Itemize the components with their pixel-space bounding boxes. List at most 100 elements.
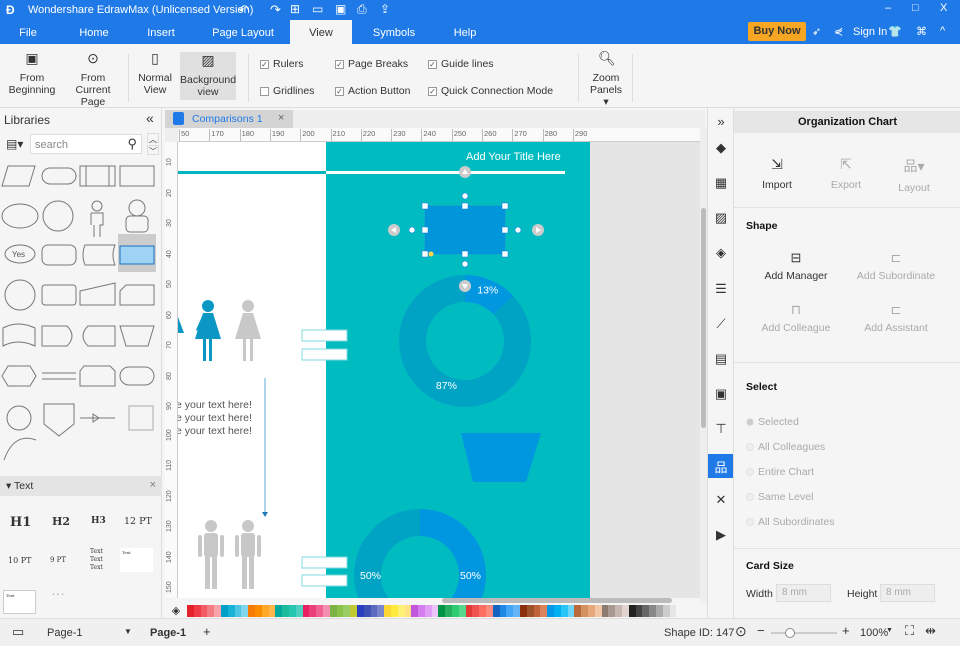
color-swatch[interactable]	[588, 604, 595, 617]
radio-same-level[interactable]: Same Level	[746, 491, 813, 503]
guide-lines-checkbox[interactable]: ✓ Guide lines	[428, 58, 494, 70]
radio-entire-chart[interactable]: Entire Chart	[746, 466, 814, 478]
shape-display[interactable]	[82, 325, 116, 347]
shape-manual-operation[interactable]	[119, 325, 155, 347]
color-swatch[interactable]	[649, 604, 656, 617]
table-icon[interactable]: ▤	[711, 349, 731, 369]
shape-stored-data[interactable]	[82, 244, 116, 266]
color-swatch[interactable]	[581, 604, 589, 617]
gridlines-checkbox[interactable]: Gridlines	[260, 85, 314, 97]
color-swatch[interactable]	[479, 604, 487, 617]
color-swatch[interactable]	[356, 604, 364, 617]
text-10pt[interactable]: 10 PT	[8, 556, 31, 565]
tab-symbols[interactable]: Symbols	[364, 20, 424, 44]
collapse-left-icon[interactable]: «	[146, 110, 154, 126]
text-box[interactable]: Text	[120, 548, 153, 572]
text-9pt[interactable]: 9 PT	[50, 556, 66, 564]
layers-icon[interactable]: ◈	[711, 243, 731, 263]
shape-delay[interactable]	[41, 325, 73, 347]
radio-selected[interactable]: Selected	[746, 416, 799, 428]
undo-icon[interactable]: ↶	[238, 2, 249, 18]
color-swatch[interactable]	[390, 604, 398, 617]
save-icon[interactable]: ▣	[335, 2, 346, 16]
color-swatch[interactable]	[424, 604, 432, 617]
color-swatch[interactable]	[227, 604, 235, 617]
color-swatch[interactable]	[241, 604, 249, 617]
normal-view-button[interactable]: ▯ Normal View	[134, 48, 176, 96]
zoom-slider[interactable]	[771, 628, 837, 638]
chart-icon[interactable]: ⟋	[711, 314, 731, 334]
color-swatch[interactable]	[234, 604, 242, 617]
color-swatch[interactable]	[268, 604, 276, 617]
color-swatch[interactable]	[384, 604, 391, 617]
width-input[interactable]: 8 mm	[776, 584, 831, 602]
zoom-in-icon[interactable]: +	[842, 623, 850, 638]
library-search-input[interactable]: search ⚲	[30, 134, 142, 154]
add-manager-button[interactable]: ⊟ Add Manager	[746, 250, 846, 282]
gantt-icon[interactable]: ⊤	[711, 419, 731, 439]
color-swatch[interactable]	[322, 604, 330, 617]
image-icon[interactable]: ▨	[711, 208, 731, 228]
floor-plan-icon[interactable]: ▣	[711, 384, 731, 404]
text-list-box[interactable]: Text	[3, 590, 36, 614]
color-swatch[interactable]	[309, 604, 317, 617]
export-button[interactable]: ⇱ Export	[823, 156, 869, 191]
color-swatch[interactable]	[486, 604, 493, 617]
color-swatch[interactable]	[594, 604, 602, 617]
color-swatch[interactable]	[567, 604, 575, 617]
color-swatch[interactable]	[628, 604, 636, 617]
add-page-icon[interactable]: +	[203, 624, 211, 639]
color-swatch[interactable]	[655, 604, 663, 617]
background-view-button[interactable]: ▨ Background view	[180, 52, 236, 100]
color-swatch[interactable]	[506, 604, 514, 617]
color-swatch[interactable]	[248, 604, 255, 617]
color-swatch[interactable]	[207, 604, 215, 617]
body-text[interactable]: e your text here!	[178, 399, 252, 411]
shape-gallery[interactable]: Yes	[0, 158, 160, 468]
shape-preparation[interactable]	[1, 365, 37, 387]
grid-icon[interactable]: ▦	[711, 173, 731, 193]
color-swatch[interactable]	[363, 604, 371, 617]
sign-in-link[interactable]: Sign In	[853, 26, 887, 38]
color-swatch[interactable]	[560, 604, 568, 617]
shape-loop-limit[interactable]	[79, 365, 116, 387]
color-swatch[interactable]	[282, 604, 289, 617]
redo-icon[interactable]: ↷	[270, 2, 281, 18]
shape-user[interactable]	[128, 199, 146, 217]
tab-view[interactable]: View	[290, 20, 352, 44]
color-swatch[interactable]	[275, 604, 283, 617]
color-swatch[interactable]	[445, 604, 453, 617]
color-swatch[interactable]	[302, 604, 310, 617]
add-colleague-button[interactable]: ⊓ Add Colleague	[746, 302, 846, 334]
text-bullets[interactable]: • • •	[52, 592, 64, 598]
color-swatch[interactable]	[669, 604, 677, 617]
color-swatch[interactable]	[526, 604, 534, 617]
color-swatch[interactable]	[622, 604, 629, 617]
color-swatch[interactable]	[540, 604, 548, 617]
shape-tape[interactable]	[2, 323, 36, 347]
text-block[interactable]: Text Text Text	[90, 548, 103, 572]
page-breaks-checkbox[interactable]: ✓ Page Breaks	[335, 58, 408, 70]
buy-now-button[interactable]: Buy Now	[748, 22, 806, 41]
color-swatch[interactable]	[608, 604, 616, 617]
shape-predefined-process[interactable]	[79, 165, 116, 187]
org-chart-icon[interactable]: 品	[708, 454, 734, 478]
color-swatch[interactable]	[214, 604, 221, 617]
quick-connection-checkbox[interactable]: ✓ Quick Connection Mode	[428, 85, 553, 97]
body-text[interactable]: e your text here!	[178, 425, 252, 437]
fullscreen-icon[interactable]: ⛶	[905, 623, 914, 639]
shape-off-page[interactable]	[43, 403, 75, 437]
print-icon[interactable]: ⎙	[357, 2, 367, 17]
page-tab[interactable]: Page-1	[150, 627, 186, 639]
tab-home[interactable]: Home	[66, 20, 122, 44]
color-swatch[interactable]	[574, 604, 582, 617]
color-swatch[interactable]	[336, 604, 344, 617]
send-icon[interactable]: ➶	[812, 25, 821, 38]
radio-all-subordinates[interactable]: All Subordinates	[746, 516, 834, 528]
rulers-checkbox[interactable]: ✓ Rulers	[260, 58, 303, 70]
color-swatch[interactable]	[288, 604, 296, 617]
zoom-out-icon[interactable]: −	[757, 623, 765, 638]
color-swatch[interactable]	[492, 604, 500, 617]
shape-card[interactable]	[119, 284, 155, 306]
apps-icon[interactable]: ⌘	[916, 25, 927, 38]
